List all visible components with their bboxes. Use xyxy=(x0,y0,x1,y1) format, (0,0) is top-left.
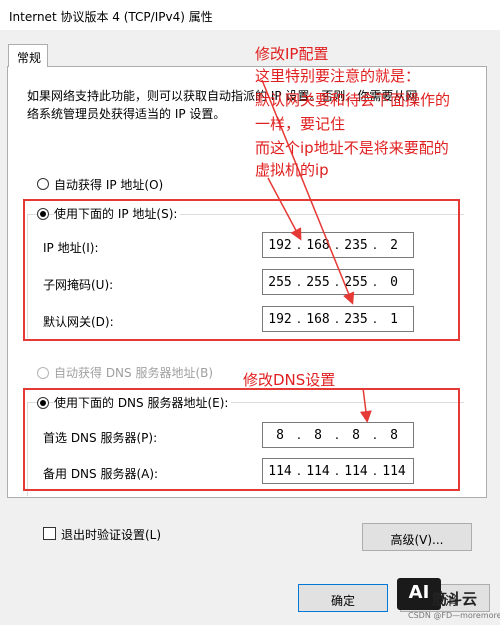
annotation-note-4: 而这个ip地址不是将来要配的 xyxy=(255,139,449,157)
annotation-note-3: 一样，要记住 xyxy=(255,115,346,133)
arrow-to-dns xyxy=(359,387,372,423)
tab-general-label: 常规 xyxy=(17,51,42,65)
annotation-note-5: 虚拟机的ip xyxy=(255,161,329,179)
watermark-csdn: CSDN @FD—moremore xyxy=(408,611,500,620)
annotation-note-2: 默认网关要和待会下面操作的 xyxy=(255,91,451,109)
annotation-dns-title: 修改DNS设置 xyxy=(243,371,336,389)
annotation-ip-title: 修改IP配置 xyxy=(255,45,329,63)
arrow-to-ip xyxy=(267,177,302,241)
tab-general[interactable]: 常规 xyxy=(8,44,48,67)
watermark-text: 筋斗云 xyxy=(432,590,478,608)
annotation-note-1: 这里特别要注意的就是： xyxy=(255,67,421,85)
